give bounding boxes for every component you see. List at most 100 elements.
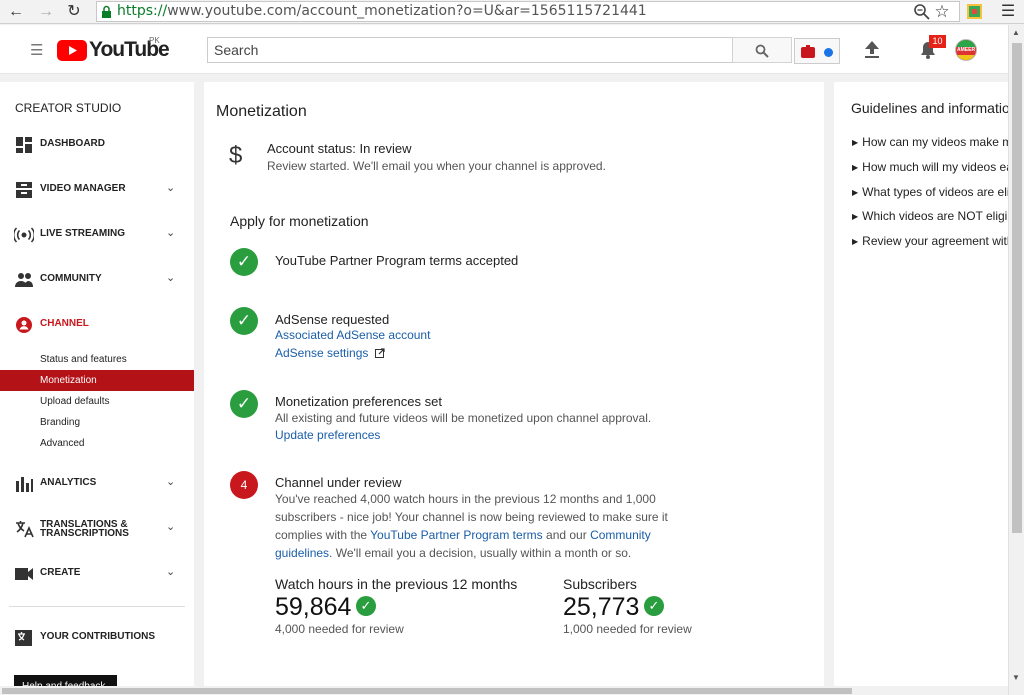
subscribers-label: Subscribers [563,576,637,592]
partner-program-terms-link[interactable]: YouTube Partner Program terms [370,528,543,542]
guidelines-panel: Guidelines and information How can my vi… [834,82,1008,695]
browser-menu-icon[interactable]: ☰ [998,2,1018,22]
subscribers-value: 25,773 [563,593,640,621]
step-number-badge: 4 [230,471,258,499]
youtube-logo[interactable]: YouTube PK [57,36,170,62]
sidebar-item-channel[interactable]: CHANNEL [0,310,194,340]
watch-hours-label: Watch hours in the previous 12 months [275,576,518,592]
step4-line: guidelines. We'll email you a decision, … [275,546,632,560]
associated-adsense-link[interactable]: Associated AdSense account [275,328,430,342]
sidebar-subitem-upload-defaults[interactable]: Upload defaults [0,391,194,412]
dollar-icon: $ [229,142,243,169]
creator-studio-sidebar: CREATOR STUDIO DASHBOARD VIDEO MANAGER ⌄… [0,82,194,695]
update-preferences-link[interactable]: Update preferences [275,428,380,442]
bookmark-star-icon[interactable]: ☆ [932,2,952,22]
guideline-item[interactable]: How much will my videos earn? [852,160,1008,174]
sidebar-item-label: TRANSLATIONS & TRANSCRIPTIONS [40,519,129,539]
step1-title: YouTube Partner Program terms accepted [275,253,519,268]
sidebar-item-create[interactable]: CREATE ⌄ [0,559,194,589]
logo-region: PK [149,36,160,45]
lock-icon [102,5,111,18]
sidebar-item-label: CREATE [40,567,81,578]
sidebar-item-translations[interactable]: TRANSLATIONS & TRANSCRIPTIONS ⌄ [0,514,194,548]
account-status-description: Review started. We'll email you when you… [267,159,606,173]
sidebar-title: CREATOR STUDIO [15,101,122,115]
watch-hours-check-icon: ✓ [356,596,376,616]
search-input[interactable]: Search [207,37,733,63]
sidebar-subitem-status-features[interactable]: Status and features [0,349,194,370]
chevron-down-icon[interactable]: ⌄ [166,271,175,284]
apply-heading: Apply for monetization [230,213,369,229]
sidebar-subitem-monetization[interactable]: Monetization [0,370,194,391]
chevron-down-icon[interactable]: ⌄ [166,520,175,533]
sidebar-item-label: YOUR CONTRIBUTIONS [40,631,155,642]
sidebar-item-analytics[interactable]: ANALYTICS ⌄ [0,469,194,499]
sidebar-item-video-manager[interactable]: VIDEO MANAGER ⌄ [0,175,194,205]
adsense-settings-link[interactable]: AdSense settings [275,346,385,360]
sidebar-item-live-streaming[interactable]: LIVE STREAMING ⌄ [0,220,194,250]
translate-icon [16,521,34,538]
community-icon [15,273,33,287]
search-placeholder: Search [214,42,259,58]
voice-extension-button[interactable] [794,38,840,64]
horizontal-scroll-thumb[interactable] [2,688,852,694]
sidebar-subitem-advanced[interactable]: Advanced [0,433,194,454]
notification-count-badge: 10 [929,35,946,48]
guide-menu-icon[interactable]: ☰ [30,41,43,59]
status-dot-icon [824,48,833,57]
guideline-item[interactable]: How can my videos make money? [852,135,1008,149]
step4-description: You've reached 4,000 watch hours in the … [275,490,668,562]
sidebar-item-label: DASHBOARD [40,138,105,149]
channel-icon [16,317,32,333]
address-bar[interactable]: https://www.youtube.com/account_monetiza… [96,1,960,22]
guideline-item[interactable]: What types of videos are eligible? [852,185,1008,199]
account-status-label: Account status: In review [267,141,412,156]
sidebar-item-label: VIDEO MANAGER [40,183,126,194]
monetization-card: Monetization $ Account status: In review… [204,82,824,695]
search-icon [755,44,769,58]
sidebar-item-dashboard[interactable]: DASHBOARD [0,130,194,160]
subscribers-needed: 1,000 needed for review [563,622,692,636]
guidelines-title: Guidelines and information [851,100,1008,116]
horizontal-scrollbar[interactable] [0,686,1008,695]
page-title: Monetization [216,103,307,120]
reload-icon[interactable]: ↻ [64,2,84,22]
community-guidelines-link[interactable]: Community [590,528,651,542]
extension-icon[interactable] [966,3,983,20]
vertical-scrollbar[interactable]: ▲ ▼ [1008,25,1024,695]
contributions-icon [15,630,32,646]
chevron-down-icon[interactable]: ⌄ [166,565,175,578]
browser-toolbar: ← → ↻ https://www.youtube.com/account_mo… [0,0,1024,24]
scroll-down-icon[interactable]: ▼ [1012,673,1020,682]
sidebar-subitem-branding[interactable]: Branding [0,412,194,433]
search-button[interactable] [732,37,792,63]
sidebar-item-label: CHANNEL [40,318,89,329]
vertical-scroll-thumb[interactable] [1012,43,1022,533]
chevron-down-icon[interactable]: ⌄ [166,475,175,488]
chevron-down-icon[interactable]: ⌄ [166,226,175,239]
step3-description: All existing and future videos will be m… [275,411,652,425]
watch-hours-value: 59,864 [275,593,352,621]
step4-line: You've reached 4,000 watch hours in the … [275,492,656,506]
zoom-icon[interactable] [913,3,931,21]
step4-line: complies with the YouTube Partner Progra… [275,528,651,542]
upload-icon[interactable] [864,41,880,58]
chevron-down-icon[interactable]: ⌄ [166,181,175,194]
back-icon[interactable]: ← [6,2,26,22]
step4-title: Channel under review [275,475,402,490]
scroll-up-icon[interactable]: ▲ [1012,28,1020,37]
avatar[interactable]: AMEER [955,39,977,61]
step2-title: AdSense requested [275,312,390,327]
watch-hours-needed: 4,000 needed for review [275,622,404,636]
sidebar-divider [9,606,185,607]
sidebar-item-contributions[interactable]: YOUR CONTRIBUTIONS [0,623,194,653]
community-guidelines-link[interactable]: guidelines [275,546,329,560]
extension-badge-icon [801,45,815,58]
guideline-item[interactable]: Which videos are NOT eligible? [852,209,1008,223]
youtube-header: ☰ YouTube PK Search 10 AMEER [0,25,1008,74]
guideline-item[interactable]: Review your agreement with YouTube [852,234,1008,248]
sidebar-item-community[interactable]: COMMUNITY ⌄ [0,265,194,295]
forward-icon[interactable]: → [36,2,56,22]
step4-line: subscribers - nice job! Your channel is … [275,510,668,524]
live-streaming-icon [14,227,34,243]
